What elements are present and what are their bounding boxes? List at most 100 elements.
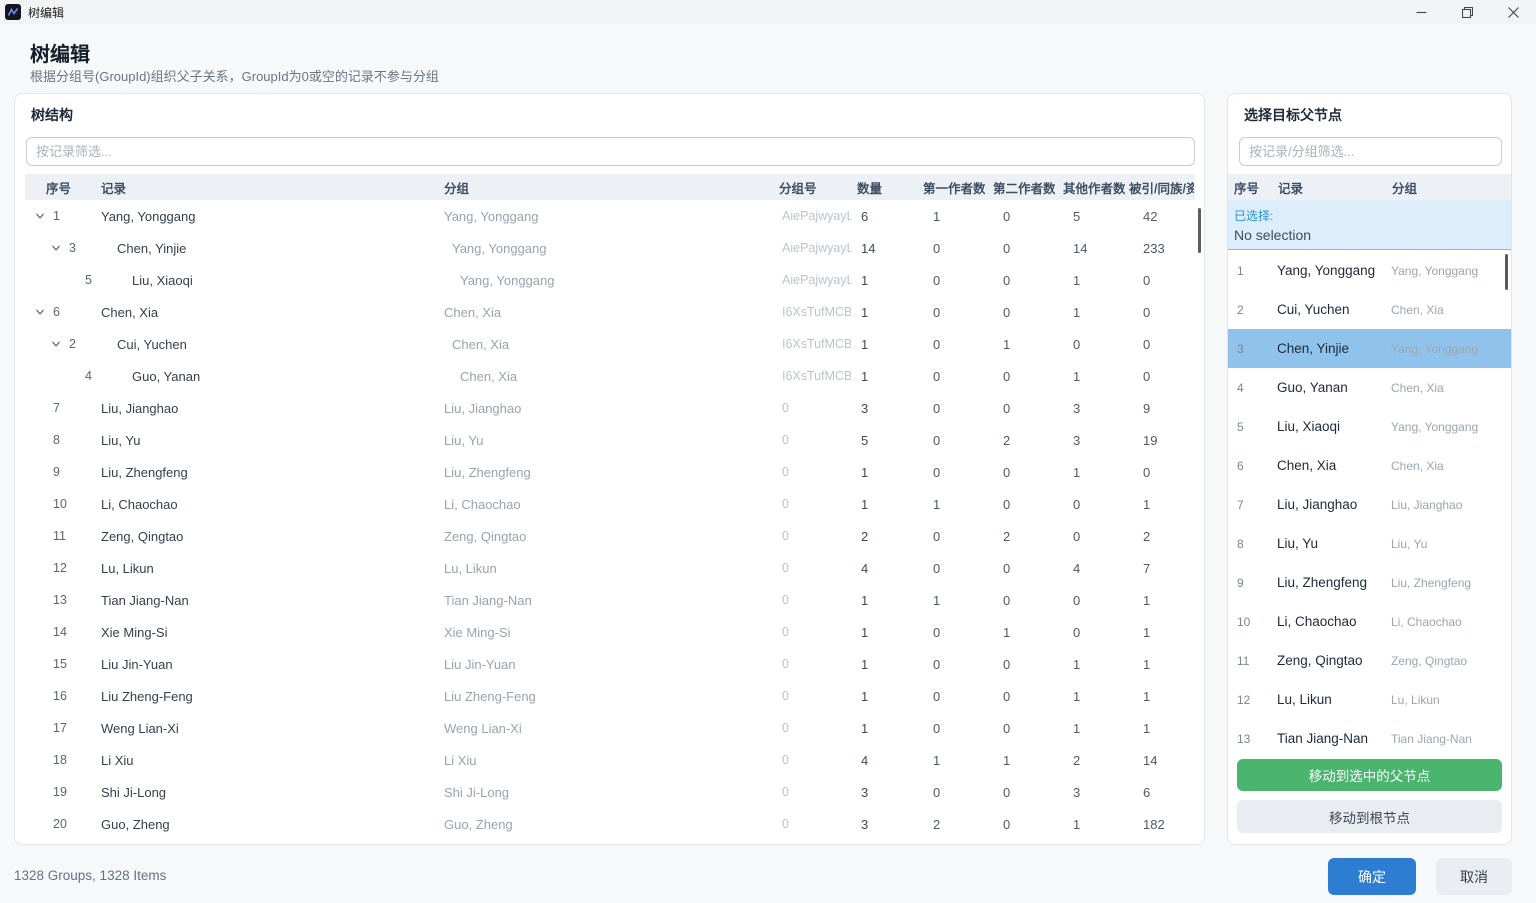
move-to-root-button[interactable]: 移动到根节点 xyxy=(1237,800,1502,833)
move-to-selected-parent-button[interactable]: 移动到选中的父节点 xyxy=(1237,759,1502,791)
tree-table-row[interactable]: 5 Liu, Xiaoqi Yang, Yonggang AiePajwyayL… xyxy=(25,264,1195,296)
tree-table-row[interactable]: 11 Zeng, Qingtao Zeng, Qingtao 0 2 0 2 0… xyxy=(25,520,1195,552)
column-header-first-author: 第一作者数量 xyxy=(915,178,985,197)
tree-table-row[interactable]: 20 Guo, Zheng Guo, Zheng 0 3 2 0 1 182 xyxy=(25,808,1195,840)
target-list-item[interactable]: 10 Li, Chaochao Li, Chaochao xyxy=(1228,602,1511,641)
target-list-item[interactable]: 3 Chen, Yinjie Yang, Yonggang xyxy=(1228,329,1511,368)
row-second-author-count: 0 xyxy=(985,689,1055,704)
tree-panel-title: 树结构 xyxy=(31,105,73,125)
row-group: Chen, Xia xyxy=(441,305,773,320)
target-column-group: 分组 xyxy=(1386,178,1511,197)
row-count: 3 xyxy=(851,401,915,416)
target-row-group: Yang, Yonggang xyxy=(1386,264,1511,278)
tree-table-row[interactable]: 4 Guo, Yanan Chen, Xia I6XsTufMCBe 1 0 0… xyxy=(25,360,1195,392)
target-list-item[interactable]: 5 Liu, Xiaoqi Yang, Yonggang xyxy=(1228,407,1511,446)
target-row-record: Zeng, Qingtao xyxy=(1272,653,1386,668)
tree-table-row[interactable]: 18 Li Xiu Li Xiu 0 4 1 1 2 14 xyxy=(25,744,1195,776)
row-cited-count: 19 xyxy=(1125,433,1194,448)
tree-table-row[interactable]: 10 Li, Chaochao Li, Chaochao 0 1 1 0 0 1 xyxy=(25,488,1195,520)
row-group: Zeng, Qingtao xyxy=(441,529,773,544)
close-button[interactable] xyxy=(1490,0,1536,24)
tree-table-row[interactable]: 3 Chen, Yinjie Yang, Yonggang AiePajwyay… xyxy=(25,232,1195,264)
target-row-group: Liu, Jianghao xyxy=(1386,498,1511,512)
row-first-author-count: 0 xyxy=(915,529,985,544)
tree-filter-input[interactable] xyxy=(26,137,1195,166)
column-header-count: 数量 xyxy=(851,178,915,197)
tree-scrollbar-thumb[interactable] xyxy=(1198,208,1201,253)
row-first-author-count: 2 xyxy=(915,817,985,832)
row-group-id: 0 xyxy=(773,689,851,703)
target-list-item[interactable]: 6 Chen, Xia Chen, Xia xyxy=(1228,446,1511,485)
target-list-item[interactable]: 4 Guo, Yanan Chen, Xia xyxy=(1228,368,1511,407)
row-count: 1 xyxy=(851,593,915,608)
target-list-item[interactable]: 11 Zeng, Qingtao Zeng, Qingtao xyxy=(1228,641,1511,680)
target-list-item[interactable]: 13 Tian Jiang-Nan Tian Jiang-Nan xyxy=(1228,719,1511,758)
row-count: 4 xyxy=(851,753,915,768)
row-count: 1 xyxy=(851,689,915,704)
row-seq-cell: 14 xyxy=(25,623,101,641)
row-other-author-count: 1 xyxy=(1055,721,1125,736)
cancel-button[interactable]: 取消 xyxy=(1436,858,1512,895)
target-list-item[interactable]: 7 Liu, Jianghao Liu, Jianghao xyxy=(1228,485,1511,524)
restore-button[interactable] xyxy=(1444,0,1490,24)
tree-table-row[interactable]: 7 Liu, Jianghao Liu, Jianghao 0 3 0 0 3 … xyxy=(25,392,1195,424)
tree-table-row[interactable]: 13 Tian Jiang-Nan Tian Jiang-Nan 0 1 1 0… xyxy=(25,584,1195,616)
target-row-group: Yang, Yonggang xyxy=(1386,342,1511,356)
selection-value: No selection xyxy=(1234,227,1511,243)
tree-table-row[interactable]: 6 Chen, Xia Chen, Xia I6XsTufMCBe 1 0 0 … xyxy=(25,296,1195,328)
target-panel-title: 选择目标父节点 xyxy=(1244,105,1342,125)
row-second-author-count: 0 xyxy=(985,657,1055,672)
row-seq-cell: 2 xyxy=(25,335,101,353)
tree-table-row[interactable]: 17 Weng Lian-Xi Weng Lian-Xi 0 1 0 0 1 1 xyxy=(25,712,1195,744)
row-count: 6 xyxy=(851,209,915,224)
row-count: 1 xyxy=(851,657,915,672)
tree-table-row[interactable]: 2 Cui, Yuchen Chen, Xia I6XsTufMCBe 1 0 … xyxy=(25,328,1195,360)
row-seq: 4 xyxy=(85,369,92,383)
minimize-button[interactable] xyxy=(1398,0,1444,24)
row-first-author-count: 0 xyxy=(915,337,985,352)
target-row-seq: 1 xyxy=(1228,264,1272,278)
tree-table-row[interactable]: 8 Liu, Yu Liu, Yu 0 5 0 2 3 19 xyxy=(25,424,1195,456)
expand-toggle[interactable] xyxy=(31,303,49,321)
column-header-groupid: 分组号 xyxy=(773,178,851,197)
tree-table-row[interactable]: 1 Yang, Yonggang Yang, Yonggang AiePajwy… xyxy=(25,200,1195,232)
row-group-id: 0 xyxy=(773,785,851,799)
target-list-item[interactable]: 2 Cui, Yuchen Chen, Xia xyxy=(1228,290,1511,329)
row-group: Chen, Xia xyxy=(441,337,773,352)
target-list-item[interactable]: 12 Lu, Likun Lu, Likun xyxy=(1228,680,1511,719)
row-other-author-count: 5 xyxy=(1055,209,1125,224)
row-record: Cui, Yuchen xyxy=(101,337,441,352)
target-list-item[interactable]: 8 Liu, Yu Liu, Yu xyxy=(1228,524,1511,563)
row-seq: 10 xyxy=(53,497,67,511)
row-seq: 16 xyxy=(53,689,67,703)
target-scrollbar-thumb[interactable] xyxy=(1505,254,1508,290)
row-first-author-count: 0 xyxy=(915,305,985,320)
tree-table-row[interactable]: 14 Xie Ming-Si Xie Ming-Si 0 1 0 1 0 1 xyxy=(25,616,1195,648)
row-group-id: 0 xyxy=(773,593,851,607)
target-list: 1 Yang, Yonggang Yang, Yonggang 2 Cui, Y… xyxy=(1228,251,1511,758)
target-list-item[interactable]: 9 Liu, Zhengfeng Liu, Zhengfeng xyxy=(1228,563,1511,602)
expand-toggle[interactable] xyxy=(31,207,49,225)
row-group: Tian Jiang-Nan xyxy=(441,593,773,608)
row-group-id: 0 xyxy=(773,497,851,511)
tree-table-row[interactable]: 16 Liu Zheng-Feng Liu Zheng-Feng 0 1 0 0… xyxy=(25,680,1195,712)
target-list-item[interactable]: 1 Yang, Yonggang Yang, Yonggang xyxy=(1228,251,1511,290)
tree-table-row[interactable]: 15 Liu Jin-Yuan Liu Jin-Yuan 0 1 0 0 1 1 xyxy=(25,648,1195,680)
row-group-id: I6XsTufMCBe xyxy=(773,305,851,319)
expand-toggle[interactable] xyxy=(47,239,65,257)
expand-toggle[interactable] xyxy=(47,335,65,353)
groups-items-summary: 1328 Groups, 1328 Items xyxy=(14,868,166,883)
row-group-id: 0 xyxy=(773,433,851,447)
tree-table-row[interactable]: 19 Shi Ji-Long Shi Ji-Long 0 3 0 0 3 6 xyxy=(25,776,1195,808)
tree-table-row[interactable]: 9 Liu, Zhengfeng Liu, Zhengfeng 0 1 0 0 … xyxy=(25,456,1195,488)
column-header-group: 分组 xyxy=(441,178,773,197)
row-other-author-count: 0 xyxy=(1055,625,1125,640)
row-record: Guo, Zheng xyxy=(101,817,441,832)
target-filter-input[interactable] xyxy=(1239,137,1502,166)
row-group-id: AiePajwyayL xyxy=(773,273,851,287)
ok-button[interactable]: 确定 xyxy=(1328,858,1416,895)
window-controls xyxy=(1398,0,1536,24)
row-second-author-count: 0 xyxy=(985,209,1055,224)
tree-table-row[interactable]: 12 Lu, Likun Lu, Likun 0 4 0 0 4 7 xyxy=(25,552,1195,584)
target-column-seq: 序号 xyxy=(1228,178,1272,197)
